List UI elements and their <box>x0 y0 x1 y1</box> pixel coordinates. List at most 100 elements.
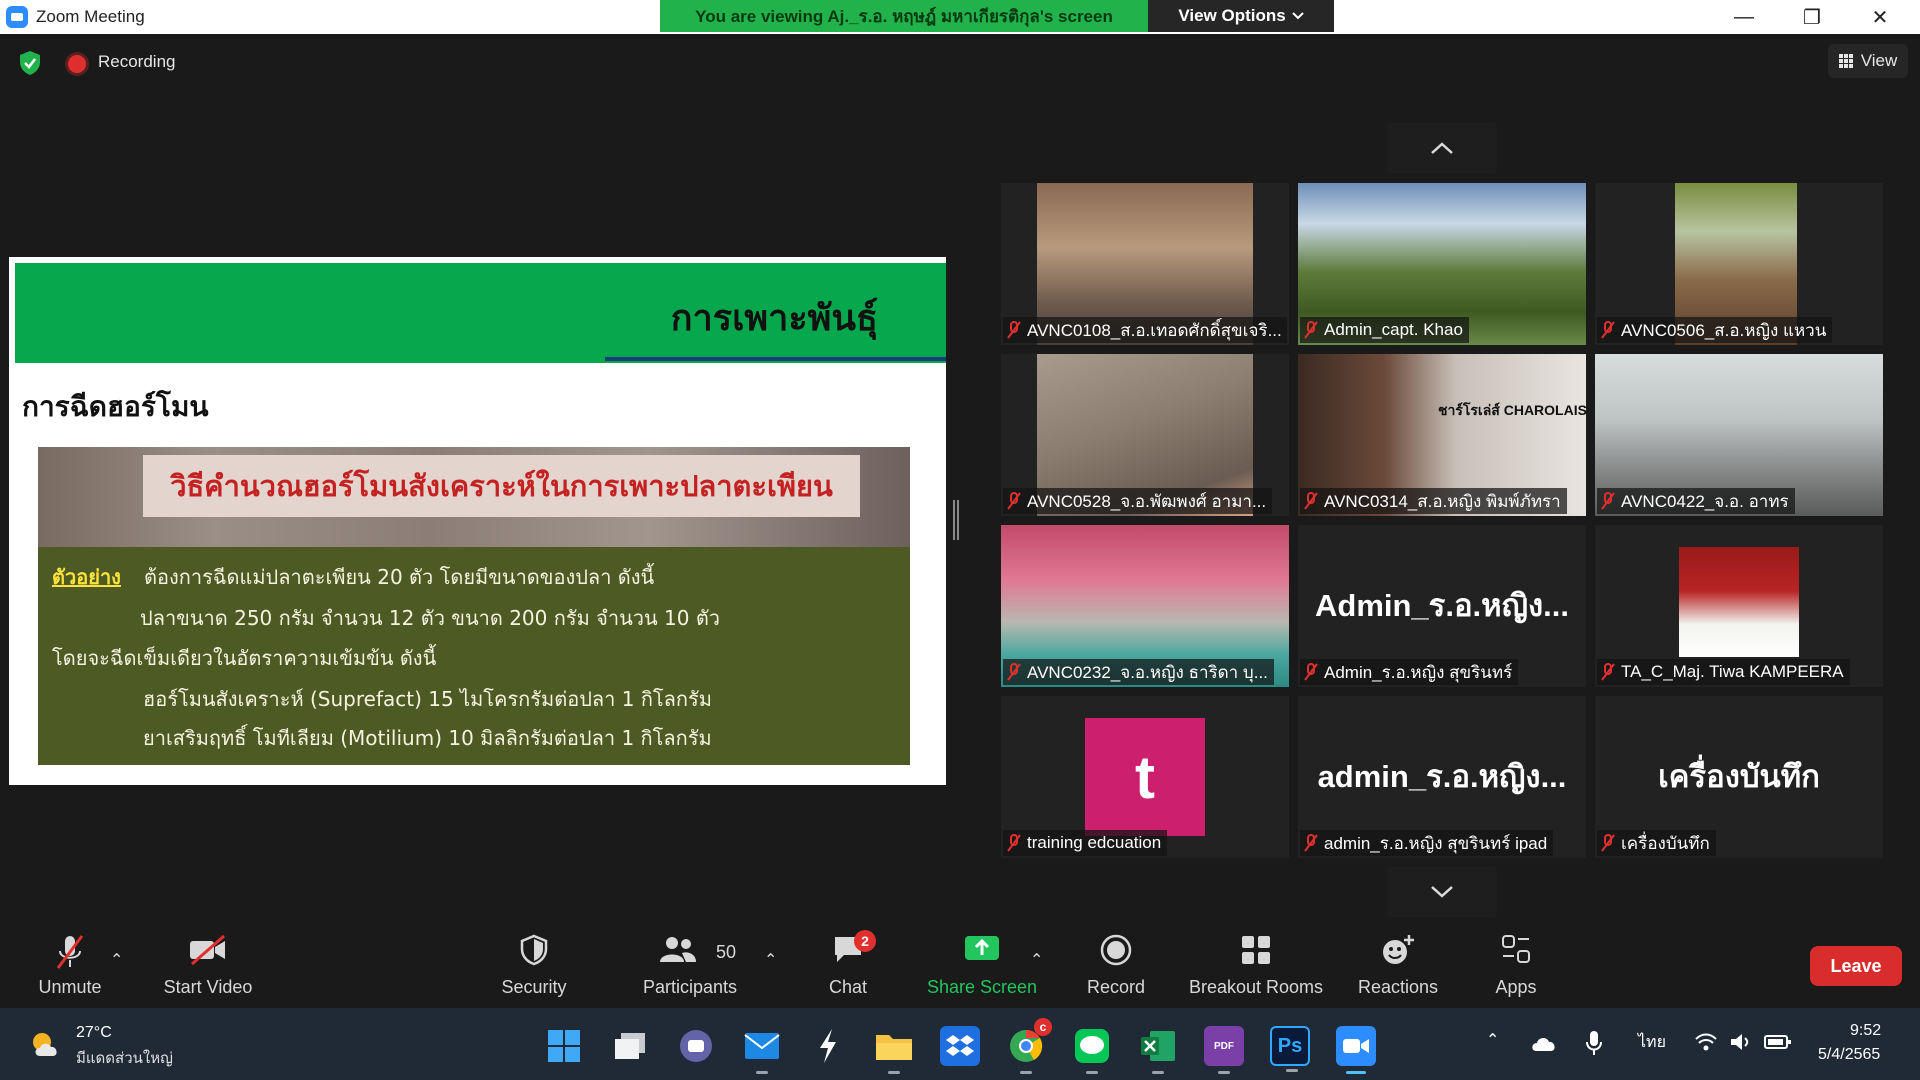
volume-icon[interactable] <box>1730 1032 1752 1052</box>
name-plate: Admin_ร.อ.หญิง สุขรินทร์ <box>1300 659 1519 685</box>
slide-line: ยาเสริมฤทธิ์ โมทีเลียม (Motilium) 10 มิล… <box>143 726 712 750</box>
mic-muted-icon <box>1304 321 1318 339</box>
grid-icon <box>1838 54 1853 68</box>
security-button[interactable]: Security <box>486 920 582 1008</box>
start-video-button[interactable]: Start Video <box>150 920 266 1008</box>
excel-button[interactable] <box>1138 1026 1178 1074</box>
video-tile[interactable]: AVNC0422_จ.อ. อาทร <box>1595 354 1883 516</box>
record-button[interactable]: Record <box>1076 920 1156 1008</box>
pdf-app-button[interactable]: PDF <box>1204 1026 1244 1074</box>
running-indicator <box>1020 1071 1032 1074</box>
video-tile[interactable]: admin_ร.อ.หญิง... admin_ร.อ.หญิง สุขรินท… <box>1298 696 1586 858</box>
audio-options-caret[interactable]: ⌃ <box>110 950 123 970</box>
share-screen-button[interactable]: Share Screen <box>922 920 1042 1008</box>
video-tile[interactable]: AVNC0506_ส.อ.หญิง แหวน <box>1595 183 1883 345</box>
teams-chat-icon <box>680 1030 712 1062</box>
close-button[interactable]: ✕ <box>1846 0 1914 34</box>
unmute-label: Unmute <box>38 977 102 997</box>
windows-logo-icon <box>548 1030 580 1062</box>
line-icon <box>1075 1029 1109 1063</box>
video-tile[interactable]: AVNC0108_ส.อ.เทอดศักดิ์สุขเจริ... <box>1001 183 1289 345</box>
file-explorer-button[interactable] <box>874 1026 914 1074</box>
participant-name: training edcuation <box>1027 833 1162 852</box>
leave-button[interactable]: Leave <box>1810 946 1902 986</box>
wifi-icon[interactable] <box>1694 1032 1718 1052</box>
running-indicator <box>1286 1069 1298 1072</box>
weather-description[interactable]: มีแดดส่วนใหญ่ <box>76 1046 173 1070</box>
microphone-icon[interactable] <box>1586 1030 1602 1056</box>
mail-button[interactable] <box>742 1026 782 1074</box>
slide-header: การเพาะพันธุ์ <box>15 263 946 363</box>
breakout-rooms-label: Breakout Rooms <box>1188 977 1324 997</box>
clock-date[interactable]: 5/4/2565 <box>1818 1046 1880 1064</box>
app-s-button[interactable] <box>808 1026 848 1066</box>
gallery-prev-button[interactable] <box>1387 123 1497 173</box>
running-indicator <box>1086 1071 1098 1074</box>
participants-options-caret[interactable]: ⌃ <box>764 950 777 970</box>
minimize-button[interactable]: — <box>1710 0 1778 34</box>
excel-icon <box>1141 1031 1175 1061</box>
lightning-app-icon <box>820 1029 836 1063</box>
gallery-next-button[interactable] <box>1387 867 1497 917</box>
running-indicator <box>1152 1071 1164 1074</box>
breakout-rooms-icon <box>1242 936 1270 964</box>
mic-muted-icon <box>1007 492 1021 510</box>
zoom-logo-icon <box>6 6 28 28</box>
slide-example-box: ตัวอย่าง ต้องการฉีดแม่ปลาตะเพียน 20 ตัว … <box>38 547 910 765</box>
task-view-button[interactable] <box>610 1026 650 1066</box>
slide-header-underline <box>605 357 946 361</box>
chevron-down-icon <box>1291 12 1304 20</box>
name-plate: TA_C_Maj. Tiwa KAMPEERA <box>1597 659 1850 685</box>
video-tile[interactable]: เครื่องบันทึก เครื่องบันทึก <box>1595 696 1883 858</box>
split-resize-handle[interactable] <box>953 500 959 540</box>
zoom-window: Zoom Meeting You are viewing Aj._ร.อ. หฤ… <box>0 0 1920 1080</box>
video-tile[interactable]: AVNC0528_จ.อ.พัฒพงศ์ อามา... <box>1001 354 1289 516</box>
name-plate: Admin_capt. Khao <box>1300 317 1469 343</box>
line-button[interactable] <box>1072 1026 1112 1074</box>
teams-chat-button[interactable] <box>676 1026 716 1066</box>
video-overlay-text: ชาร์โรเล่ส์ CHAROLAIS <box>1438 402 1586 418</box>
battery-icon[interactable] <box>1764 1032 1792 1052</box>
dropbox-button[interactable] <box>940 1026 980 1066</box>
video-tile[interactable]: AVNC0232_จ.อ.หญิง ธาริดา บุ... <box>1001 525 1289 687</box>
title-bar: Zoom Meeting You are viewing Aj._ร.อ. หฤ… <box>0 0 1920 34</box>
input-language[interactable]: ไทย <box>1638 1030 1666 1055</box>
name-plate: AVNC0314_ส.อ.หญิง พิมพ์ภัทรา <box>1300 488 1567 514</box>
participant-name: AVNC0528_จ.อ.พัฒพงศ์ อามา... <box>1027 491 1267 511</box>
restore-button[interactable]: ❐ <box>1778 0 1846 34</box>
video-tile[interactable]: t training edcuation <box>1001 696 1289 858</box>
show-hidden-icons-chevron[interactable]: ⌃ <box>1486 1030 1499 1050</box>
unmute-button[interactable]: Unmute <box>20 920 120 1008</box>
breakout-rooms-button[interactable]: Breakout Rooms <box>1180 920 1332 1008</box>
video-tile[interactable]: Admin_capt. Khao <box>1298 183 1586 345</box>
participants-button[interactable]: 50 Participants <box>632 920 748 1008</box>
onedrive-cloud-icon[interactable] <box>1530 1034 1558 1052</box>
participant-photo <box>1679 547 1799 657</box>
reactions-label: Reactions <box>1357 977 1439 997</box>
weather-sun-cloud-icon[interactable] <box>30 1030 62 1058</box>
photoshop-button[interactable]: Ps <box>1270 1026 1310 1072</box>
video-tile[interactable]: Admin_ร.อ.หญิง... Admin_ร.อ.หญิง สุขรินท… <box>1298 525 1586 687</box>
recording-label[interactable]: Recording <box>98 52 176 72</box>
slide-line: ฮอร์โมนสังเคราะห์ (Suprefact) 15 ไมโครกร… <box>143 687 712 711</box>
chat-unread-badge: 2 <box>854 930 876 952</box>
slide-line: ต้องการฉีดแม่ปลาตะเพียน 20 ตัว โดยมีขนาด… <box>144 565 655 589</box>
reactions-button[interactable]: Reactions <box>1350 920 1446 1008</box>
security-label: Security <box>501 977 567 997</box>
chrome-button[interactable]: c <box>1006 1018 1052 1074</box>
share-options-caret[interactable]: ⌃ <box>1030 950 1043 970</box>
chat-button[interactable]: 2 Chat <box>808 920 888 1008</box>
apps-button[interactable]: Apps <box>1476 920 1556 1008</box>
video-tile[interactable]: ชาร์โรเล่ส์ CHAROLAIS AVNC0314_ส.อ.หญิง … <box>1298 354 1586 516</box>
view-options-button[interactable]: View Options <box>1148 0 1334 32</box>
zoom-taskbar-button[interactable] <box>1336 1026 1376 1074</box>
view-button[interactable]: View <box>1828 44 1908 78</box>
participant-name: AVNC0314_ส.อ.หญิง พิมพ์ภัทรา <box>1324 491 1561 511</box>
security-shield-icon[interactable] <box>18 50 42 76</box>
weather-temperature[interactable]: 27°C <box>76 1024 112 1042</box>
share-screen-label: Share Screen <box>926 977 1038 997</box>
video-tile[interactable]: TA_C_Maj. Tiwa KAMPEERA <box>1595 525 1883 687</box>
start-button[interactable] <box>544 1026 584 1066</box>
clock-time[interactable]: 9:52 <box>1850 1022 1881 1040</box>
close-icon: ✕ <box>1871 6 1889 29</box>
